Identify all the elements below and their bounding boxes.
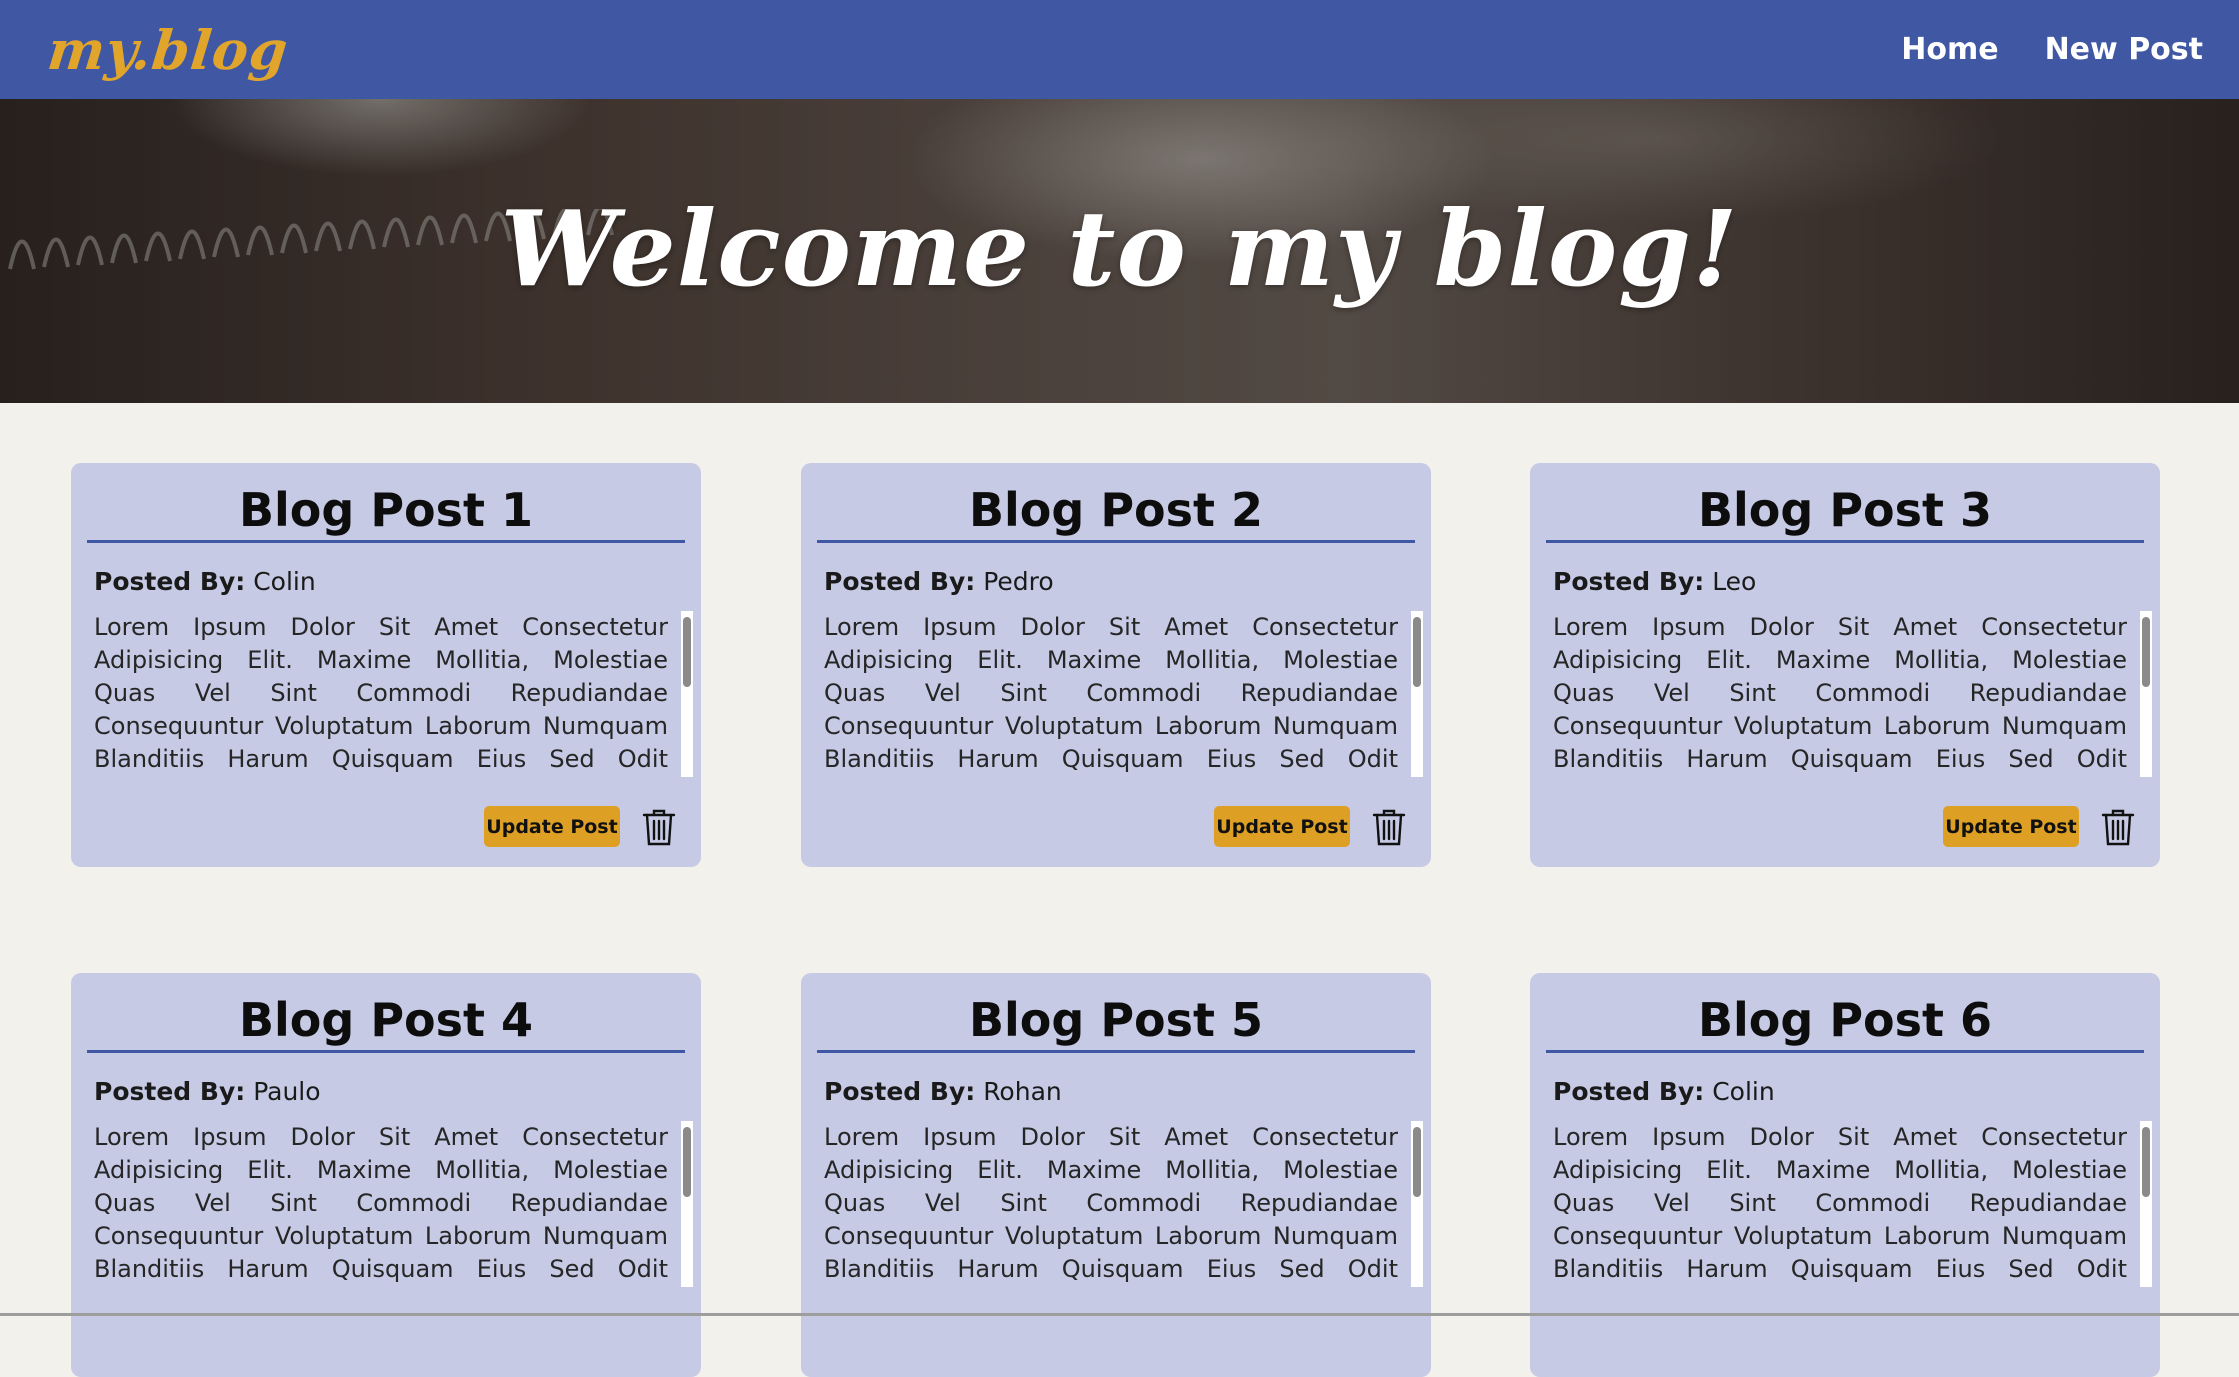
post-title: Blog Post 2 [817,485,1415,543]
trash-icon[interactable] [2100,807,2136,847]
hero-title: Welcome to my blog! [500,187,1739,310]
blog-post-card: Blog Post 2 Posted By: Pedro Lorem Ipsum… [801,463,1431,867]
author-name: Paulo [253,1077,321,1106]
scrollbar-thumb[interactable] [2142,617,2150,687]
posted-by-label: Posted By: [1553,1077,1705,1106]
post-body: Lorem Ipsum Dolor Sit Amet Consectetur A… [824,1123,1398,1283]
posted-by-label: Posted By: [824,1077,976,1106]
trash-icon[interactable] [1371,807,1407,847]
scrollbar-thumb[interactable] [683,617,691,687]
author-name: Colin [253,567,316,596]
post-body-scroll[interactable]: Lorem Ipsum Dolor Sit Amet Consectetur A… [824,1121,1414,1287]
blog-post-card: Blog Post 4 Posted By: Paulo Lorem Ipsum… [71,973,701,1377]
scrollbar[interactable] [2140,611,2152,777]
nav-link-home[interactable]: Home [1901,32,1998,67]
trash-icon[interactable] [641,807,677,847]
scrollbar[interactable] [2140,1121,2152,1287]
author-name: Colin [1712,1077,1775,1106]
scrollbar[interactable] [1411,611,1423,777]
posted-by-label: Posted By: [824,567,976,596]
post-body-scroll[interactable]: Lorem Ipsum Dolor Sit Amet Consectetur A… [94,611,684,777]
post-body-scroll[interactable]: Lorem Ipsum Dolor Sit Amet Consectetur A… [94,1121,684,1287]
author-name: Pedro [983,567,1054,596]
brand-logo[interactable]: my.blog [45,18,292,82]
posted-by-label: Posted By: [94,1077,246,1106]
scrollbar-thumb[interactable] [683,1127,691,1197]
post-title: Blog Post 6 [1546,995,2144,1053]
post-body: Lorem Ipsum Dolor Sit Amet Consectetur A… [1553,613,2127,773]
nav-link-new-post[interactable]: New Post [2045,32,2203,67]
posted-by-label: Posted By: [94,567,246,596]
scrollbar[interactable] [1411,1121,1423,1287]
post-author: Posted By: Colin [1553,1077,1775,1106]
post-body: Lorem Ipsum Dolor Sit Amet Consectetur A… [824,613,1398,773]
posted-by-label: Posted By: [1553,567,1705,596]
scrollbar-thumb[interactable] [1413,617,1421,687]
author-name: Leo [1712,567,1757,596]
post-body-scroll[interactable]: Lorem Ipsum Dolor Sit Amet Consectetur A… [824,611,1414,777]
post-title: Blog Post 1 [87,485,685,543]
scrollbar-thumb[interactable] [1413,1127,1421,1197]
post-body: Lorem Ipsum Dolor Sit Amet Consectetur A… [94,1123,668,1283]
update-post-button[interactable]: Update Post [1214,806,1350,847]
post-author: Posted By: Leo [1553,567,1756,596]
post-author: Posted By: Pedro [824,567,1054,596]
post-author: Posted By: Paulo [94,1077,321,1106]
blog-post-card: Blog Post 5 Posted By: Rohan Lorem Ipsum… [801,973,1431,1377]
hero-banner: Welcome to my blog! [0,99,2239,403]
post-title: Blog Post 4 [87,995,685,1053]
post-author: Posted By: Rohan [824,1077,1062,1106]
nav-links: Home New Post [1901,32,2203,67]
post-body: Lorem Ipsum Dolor Sit Amet Consectetur A… [1553,1123,2127,1283]
post-body-scroll[interactable]: Lorem Ipsum Dolor Sit Amet Consectetur A… [1553,1121,2143,1287]
update-post-button[interactable]: Update Post [1943,806,2079,847]
blog-post-card: Blog Post 3 Posted By: Leo Lorem Ipsum D… [1530,463,2160,867]
blog-post-card: Blog Post 6 Posted By: Colin Lorem Ipsum… [1530,973,2160,1377]
scrollbar-thumb[interactable] [2142,1127,2150,1197]
post-author: Posted By: Colin [94,567,316,596]
author-name: Rohan [983,1077,1062,1106]
post-body-scroll[interactable]: Lorem Ipsum Dolor Sit Amet Consectetur A… [1553,611,2143,777]
scrollbar[interactable] [681,1121,693,1287]
blog-post-card: Blog Post 1 Posted By: Colin Lorem Ipsum… [71,463,701,867]
scrollbar[interactable] [681,611,693,777]
post-title: Blog Post 3 [1546,485,2144,543]
post-body: Lorem Ipsum Dolor Sit Amet Consectetur A… [94,613,668,773]
navbar: my.blog Home New Post [0,0,2239,99]
update-post-button[interactable]: Update Post [484,806,620,847]
post-title: Blog Post 5 [817,995,1415,1053]
